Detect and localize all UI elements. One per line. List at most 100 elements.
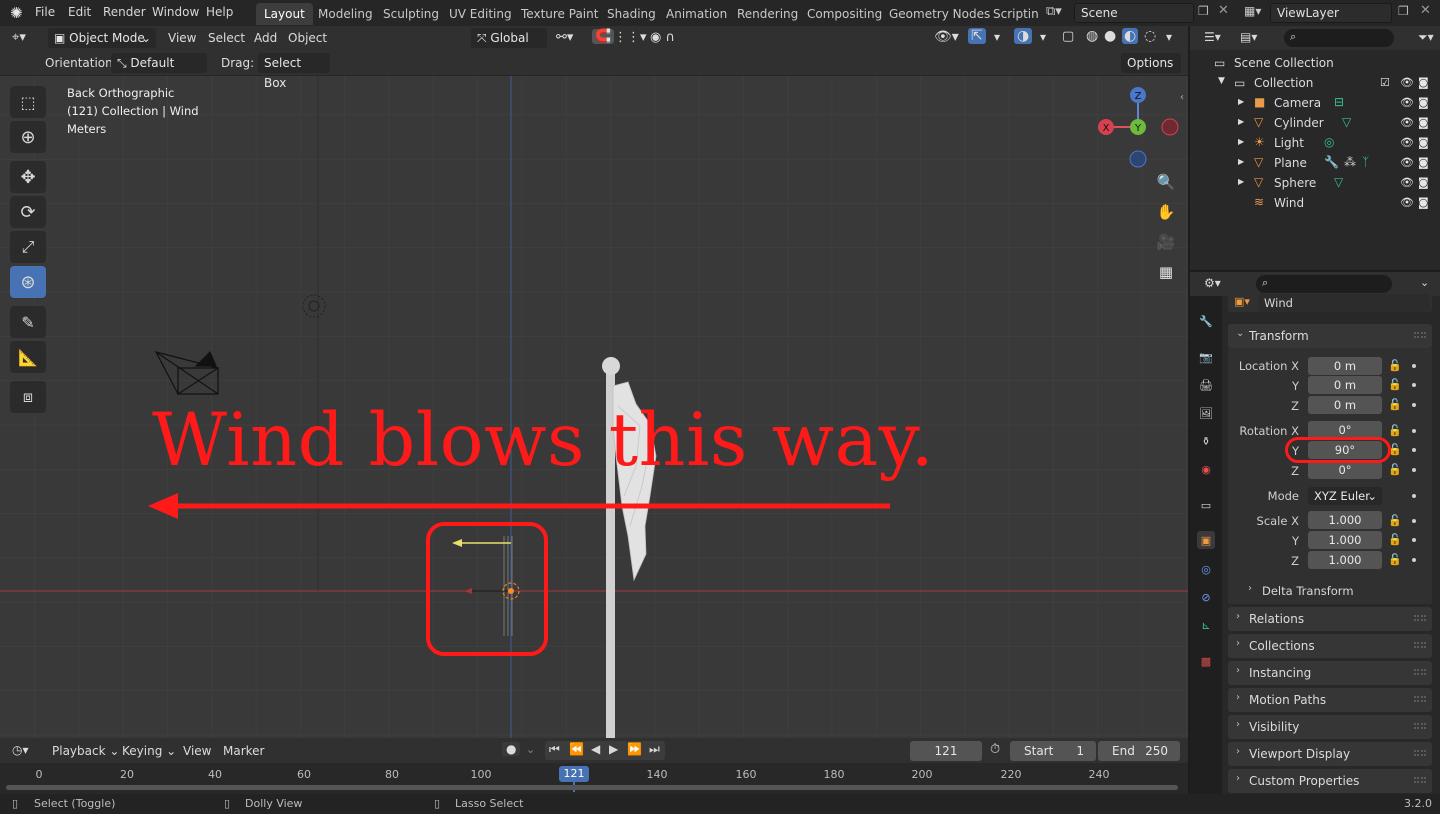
keyframe-dot-icon[interactable] [1412,519,1416,523]
keyframe-dot-icon[interactable] [1412,448,1416,452]
viewport-display-panel-header[interactable]: › Viewport Display [1228,742,1432,766]
scene-field[interactable]: Scene [1074,3,1194,23]
scene-icon[interactable]: ⧉▾ [1046,4,1062,19]
menu-playback[interactable]: Playback ⌄ [52,744,119,758]
move-tool[interactable]: ✥ [10,161,46,193]
drag-grip-icon[interactable] [1414,696,1426,702]
current-frame-field[interactable]: 121 [910,741,982,761]
jump-start-icon[interactable]: ⏮ [549,742,560,757]
checkbox-icon[interactable]: ☑ [1380,76,1390,89]
tab-geometry-nodes[interactable]: Geometry Nodes [881,3,998,25]
tab-compositing[interactable]: Compositing [799,3,890,25]
transform-tool[interactable]: ⊛ [10,266,46,298]
outliner-scene-collection[interactable]: ▭ Scene Collection [1190,53,1440,73]
annotate-tool[interactable]: ✎ [10,306,46,338]
start-frame-field[interactable]: Start 1 [1010,741,1096,761]
lock-icon[interactable]: 🔓 [1388,553,1402,566]
3d-viewport[interactable]: Wind blows this way. ⌖▾ ▣ Object Mode ⌄ V… [0,26,1188,738]
keyframe-dot-icon[interactable] [1412,494,1416,498]
rotation-mode-select[interactable]: XYZ Euler ⌄ [1308,487,1382,505]
render-camera-icon[interactable]: ◙ [1418,156,1429,169]
tab-modeling[interactable]: Modeling [310,3,381,25]
collections-panel-header[interactable]: › Collections [1228,634,1432,658]
rotate-tool[interactable]: ⟳ [10,196,46,228]
camera-view-button[interactable]: 🎥 [1152,228,1180,256]
view-layer-tab[interactable]: 🖼 [1197,404,1215,422]
eye-icon[interactable]: 👁 [1400,156,1414,169]
scale-x-field[interactable]: 1.000 [1308,511,1382,529]
menu-render[interactable]: Render [103,5,146,19]
snap-target-icon[interactable]: ⋮⋮▾ [614,30,647,45]
rotation-z-field[interactable]: 0° [1308,461,1382,479]
prev-keyframe-icon[interactable]: ⏪ [569,742,584,756]
tab-sculpting[interactable]: Sculpting [375,3,447,25]
output-tab[interactable]: 🖨 [1197,376,1215,394]
drag-grip-icon[interactable] [1414,669,1426,675]
visibility-panel-header[interactable]: › Visibility [1228,715,1432,739]
shading-dropdown-icon[interactable]: ▾ [1166,30,1172,44]
menu-add[interactable]: Add [254,31,277,45]
editor-type-icon[interactable]: ⌖▾ [12,30,26,45]
add-cube-tool[interactable]: ⧈ [10,381,46,413]
tab-layout[interactable]: Layout [256,3,313,25]
data-tab[interactable]: ⊾ [1197,616,1215,634]
tool-tab[interactable]: 🔧 [1197,312,1215,330]
render-camera-icon[interactable]: ◙ [1418,116,1429,129]
outliner-editor-icon[interactable]: ☰▾ [1204,30,1221,44]
object-tab[interactable]: ▣ [1197,531,1215,549]
outliner-item-cylinder[interactable]: ▶ ▽ Cylinder ▽ 👁 ◙ [1190,113,1440,133]
keyframe-dot-icon[interactable] [1412,364,1416,368]
expand-arrow-icon[interactable]: ▶ [1238,97,1244,106]
ortho-toggle-button[interactable]: ▦ [1152,258,1180,286]
object-name-field[interactable]: Wind [1258,294,1430,312]
play-reverse-icon[interactable]: ◀ [591,742,600,756]
menu-help[interactable]: Help [206,5,233,19]
overlay-icon[interactable]: ◑ [1014,28,1033,44]
drag-grip-icon[interactable] [1414,723,1426,729]
play-icon[interactable]: ▶ [609,742,618,756]
menu-window[interactable]: Window [152,5,199,19]
custom-properties-panel-header[interactable]: › Custom Properties [1228,769,1432,793]
eye-icon[interactable]: 👁 [1400,116,1414,129]
outliner-search-input[interactable]: ⌕ [1284,29,1394,47]
world-tab[interactable]: ◉ [1197,460,1215,478]
chevron-down-icon[interactable]: ⌄ [1420,276,1429,289]
keyframe-dot-icon[interactable] [1412,429,1416,433]
sidebar-toggle-icon[interactable]: ‹ [1180,92,1184,103]
next-keyframe-icon[interactable]: ⏩ [627,742,642,756]
snap-icon[interactable]: 🧲 [592,29,615,44]
viewlayer-close-icon[interactable]: ✕ [1420,3,1431,18]
display-mode-icon[interactable]: ▤▾ [1240,30,1257,44]
physics-tab[interactable]: ◎ [1197,560,1215,578]
menu-keying[interactable]: Keying ⌄ [122,744,176,758]
menu-select[interactable]: Select [208,31,245,45]
lock-icon[interactable]: 🔓 [1388,463,1402,476]
scale-z-field[interactable]: 1.000 [1308,551,1382,569]
tab-scripting[interactable]: Scripting [985,3,1039,25]
expand-arrow-icon[interactable]: ▶ [1238,117,1244,126]
location-x-field[interactable]: 0 m [1308,357,1382,375]
relations-panel-header[interactable]: › Relations [1228,607,1432,631]
xray-icon[interactable]: ▢ [1062,29,1074,44]
keyframe-dot-icon[interactable] [1412,538,1416,542]
tab-animation[interactable]: Animation [658,3,735,25]
lock-icon[interactable]: 🔓 [1388,378,1402,391]
drag-grip-icon[interactable] [1414,777,1426,783]
drag-grip-icon[interactable] [1414,642,1426,648]
auto-key-dropdown-icon[interactable]: ⌄ [526,743,535,756]
keyframe-dot-icon[interactable] [1412,468,1416,472]
eye-icon[interactable]: 👁 [1400,76,1414,89]
pan-view-button[interactable]: ✋ [1152,198,1180,226]
tab-texture-paint[interactable]: Texture Paint [513,3,606,25]
timeline-scrollbar[interactable] [6,785,1178,790]
eye-icon[interactable]: 👁 [1400,96,1414,109]
mode-select[interactable]: ▣ Object Mode ⌄ [48,28,156,48]
drag-select[interactable]: Select Box [258,53,330,90]
overlay-dropdown-icon[interactable]: ▾ [1040,30,1046,44]
render-camera-icon[interactable]: ◙ [1418,196,1429,209]
outliner-item-wind[interactable]: ≋ Wind 👁 ◙ [1190,193,1440,213]
lock-icon[interactable]: 🔓 [1388,533,1402,546]
scale-y-field[interactable]: 1.000 [1308,531,1382,549]
keyframe-dot-icon[interactable] [1412,403,1416,407]
cursor-tool[interactable]: ⊕ [10,121,46,153]
